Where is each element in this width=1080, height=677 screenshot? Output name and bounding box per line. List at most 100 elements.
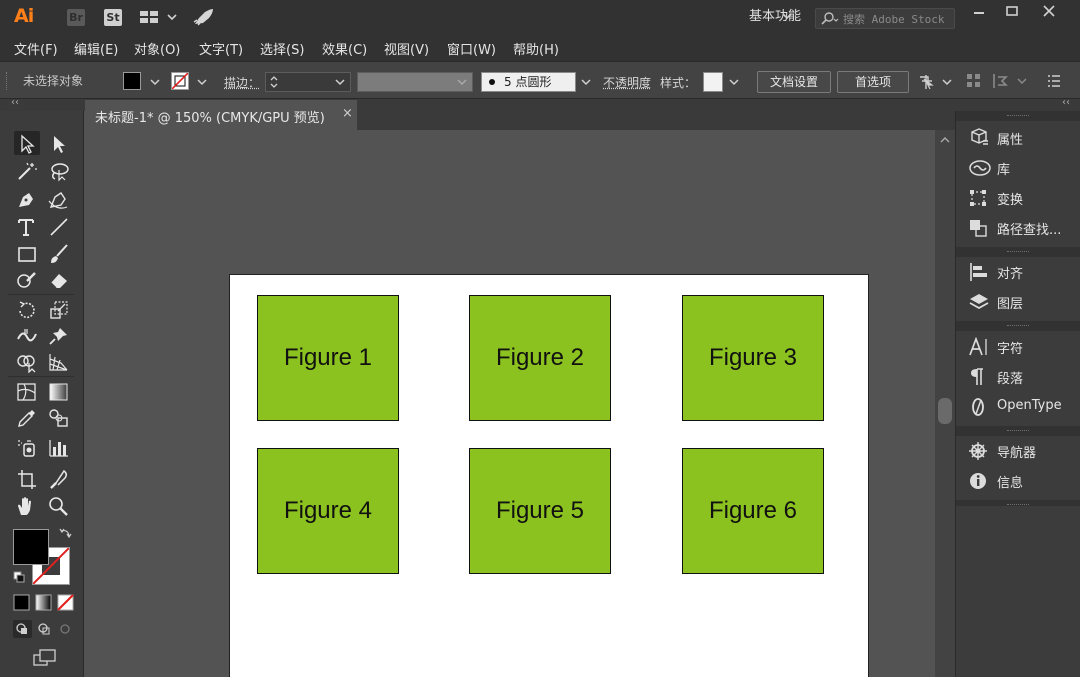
menu-effect[interactable]: 效果(C) bbox=[322, 39, 367, 58]
scale-tool[interactable] bbox=[46, 297, 72, 321]
document-tab[interactable]: 未标题-1* @ 150% (CMYK/GPU 预览) × bbox=[85, 100, 357, 130]
menu-select[interactable]: 选择(S) bbox=[260, 39, 304, 58]
menu-edit[interactable]: 编辑(E) bbox=[74, 39, 118, 58]
artboard-tool[interactable] bbox=[14, 466, 40, 490]
curvature-tool[interactable] bbox=[46, 187, 72, 211]
panel-group-grip[interactable] bbox=[956, 111, 1080, 121]
type-tool[interactable] bbox=[14, 214, 40, 238]
gpu-performance-button[interactable] bbox=[193, 8, 215, 26]
hand-tool[interactable] bbox=[14, 493, 40, 517]
stroke-label[interactable]: 描边： bbox=[224, 74, 260, 91]
isolate-group-button[interactable] bbox=[918, 73, 952, 91]
direct-selection-tool[interactable] bbox=[46, 131, 72, 155]
collapse-right-icon[interactable]: ‹‹ bbox=[1062, 97, 1070, 108]
fill-swatch[interactable] bbox=[123, 72, 141, 90]
close-tab-button[interactable]: × bbox=[342, 106, 353, 121]
menu-view[interactable]: 视图(V) bbox=[384, 39, 429, 58]
collapse-left-icon[interactable]: ‹‹ bbox=[11, 97, 19, 108]
panel-paragraph[interactable]: 段落 bbox=[956, 363, 1080, 391]
shaper-tool[interactable] bbox=[14, 267, 40, 291]
preferences-button[interactable]: 首选项 bbox=[837, 71, 909, 93]
vertical-scrollbar[interactable] bbox=[935, 130, 955, 677]
lasso-tool[interactable] bbox=[46, 158, 72, 182]
menu-help[interactable]: 帮助(H) bbox=[513, 39, 559, 58]
menu-object[interactable]: 对象(O) bbox=[134, 39, 180, 58]
transform-options-button[interactable] bbox=[992, 73, 1028, 89]
gradient-tool[interactable] bbox=[46, 379, 72, 403]
menu-type[interactable]: 文字(T) bbox=[199, 39, 243, 58]
blend-tool[interactable] bbox=[46, 405, 72, 429]
puppet-warp-tool[interactable] bbox=[46, 323, 72, 347]
arrange-documents-button[interactable] bbox=[139, 9, 181, 25]
slice-tool[interactable] bbox=[46, 466, 72, 490]
zoom-tool[interactable] bbox=[46, 493, 72, 517]
panel-group-grip[interactable] bbox=[956, 426, 1080, 436]
close-window-button[interactable] bbox=[1032, 0, 1066, 26]
swap-fill-stroke-button[interactable] bbox=[58, 527, 72, 541]
align-to-button[interactable] bbox=[966, 73, 982, 89]
scroll-up-icon[interactable] bbox=[940, 136, 950, 144]
graphic-style-swatch[interactable] bbox=[703, 72, 723, 92]
width-tool[interactable] bbox=[14, 323, 40, 347]
stroke-dropdown[interactable] bbox=[193, 72, 211, 92]
variable-width-profile[interactable] bbox=[357, 72, 473, 92]
stroke-weight-input[interactable] bbox=[265, 72, 351, 92]
figure-5[interactable]: Figure 5 bbox=[469, 448, 611, 574]
document-setup-button[interactable]: 文档设置 bbox=[757, 71, 831, 93]
panel-opentype[interactable]: OpenType bbox=[956, 393, 1080, 421]
control-bar-grip[interactable] bbox=[6, 72, 9, 90]
panel-group-grip[interactable] bbox=[956, 321, 1080, 331]
brush-definition[interactable]: 5 点圆形 bbox=[481, 72, 576, 92]
stock-search-input[interactable]: 搜索 Adobe Stock bbox=[815, 8, 955, 29]
fill-dropdown[interactable] bbox=[146, 72, 164, 92]
default-fill-stroke-button[interactable] bbox=[13, 571, 27, 585]
bridge-button[interactable]: Br bbox=[67, 9, 85, 26]
paintbrush-tool[interactable] bbox=[46, 241, 72, 265]
symbol-sprayer-tool[interactable] bbox=[14, 435, 40, 459]
menu-file[interactable]: 文件(F) bbox=[14, 39, 58, 58]
canvas-area[interactable]: Figure 1 Figure 2 Figure 3 Figure 4 Figu… bbox=[85, 130, 935, 677]
draw-mode-buttons[interactable] bbox=[12, 619, 78, 639]
panel-layers[interactable]: 图层 bbox=[956, 288, 1080, 316]
figure-6[interactable]: Figure 6 bbox=[682, 448, 824, 574]
shape-builder-tool[interactable] bbox=[14, 349, 40, 373]
rotate-tool[interactable] bbox=[14, 297, 40, 321]
rectangle-tool[interactable] bbox=[14, 241, 40, 265]
figure-2[interactable]: Figure 2 bbox=[469, 295, 611, 421]
brush-dropdown[interactable] bbox=[577, 72, 595, 92]
color-mode-icons[interactable] bbox=[13, 594, 75, 612]
stock-button[interactable]: St bbox=[104, 9, 122, 26]
figure-1[interactable]: Figure 1 bbox=[257, 295, 399, 421]
perspective-grid-tool[interactable] bbox=[46, 349, 72, 373]
stroke-swatch[interactable] bbox=[171, 72, 189, 90]
selection-tool[interactable] bbox=[14, 131, 40, 155]
style-dropdown[interactable] bbox=[725, 72, 743, 92]
figure-3[interactable]: Figure 3 bbox=[682, 295, 824, 421]
panel-menu-button[interactable] bbox=[1046, 73, 1062, 89]
eraser-tool[interactable] bbox=[46, 267, 72, 291]
panel-info[interactable]: 信息 bbox=[956, 467, 1080, 495]
artboard[interactable]: Figure 1 Figure 2 Figure 3 Figure 4 Figu… bbox=[229, 274, 869, 677]
screen-mode-button[interactable] bbox=[33, 647, 57, 667]
opacity-label[interactable]: 不透明度 bbox=[603, 74, 651, 91]
menu-window[interactable]: 窗口(W) bbox=[447, 39, 496, 58]
panel-transform[interactable]: 变换 bbox=[956, 184, 1080, 212]
pen-tool[interactable] bbox=[14, 187, 40, 211]
panel-libraries[interactable]: 库 bbox=[956, 154, 1080, 182]
panel-properties[interactable]: 属性 bbox=[956, 124, 1080, 152]
mesh-tool[interactable] bbox=[14, 379, 40, 403]
maximize-button[interactable] bbox=[995, 0, 1029, 26]
column-graph-tool[interactable] bbox=[46, 435, 72, 459]
fill-color-box[interactable] bbox=[13, 529, 49, 565]
figure-4[interactable]: Figure 4 bbox=[257, 448, 399, 574]
panel-group-grip[interactable] bbox=[956, 247, 1080, 257]
line-tool[interactable] bbox=[46, 214, 72, 238]
magic-wand-tool[interactable] bbox=[14, 158, 40, 182]
eyedropper-tool[interactable] bbox=[14, 405, 40, 429]
minimize-button[interactable] bbox=[962, 0, 996, 26]
panel-pathfinder[interactable]: 路径查找... bbox=[956, 214, 1080, 242]
panel-character[interactable]: 字符 bbox=[956, 333, 1080, 361]
panel-navigator[interactable]: 导航器 bbox=[956, 437, 1080, 465]
panel-align[interactable]: 对齐 bbox=[956, 258, 1080, 286]
scrollbar-thumb[interactable] bbox=[938, 398, 952, 424]
